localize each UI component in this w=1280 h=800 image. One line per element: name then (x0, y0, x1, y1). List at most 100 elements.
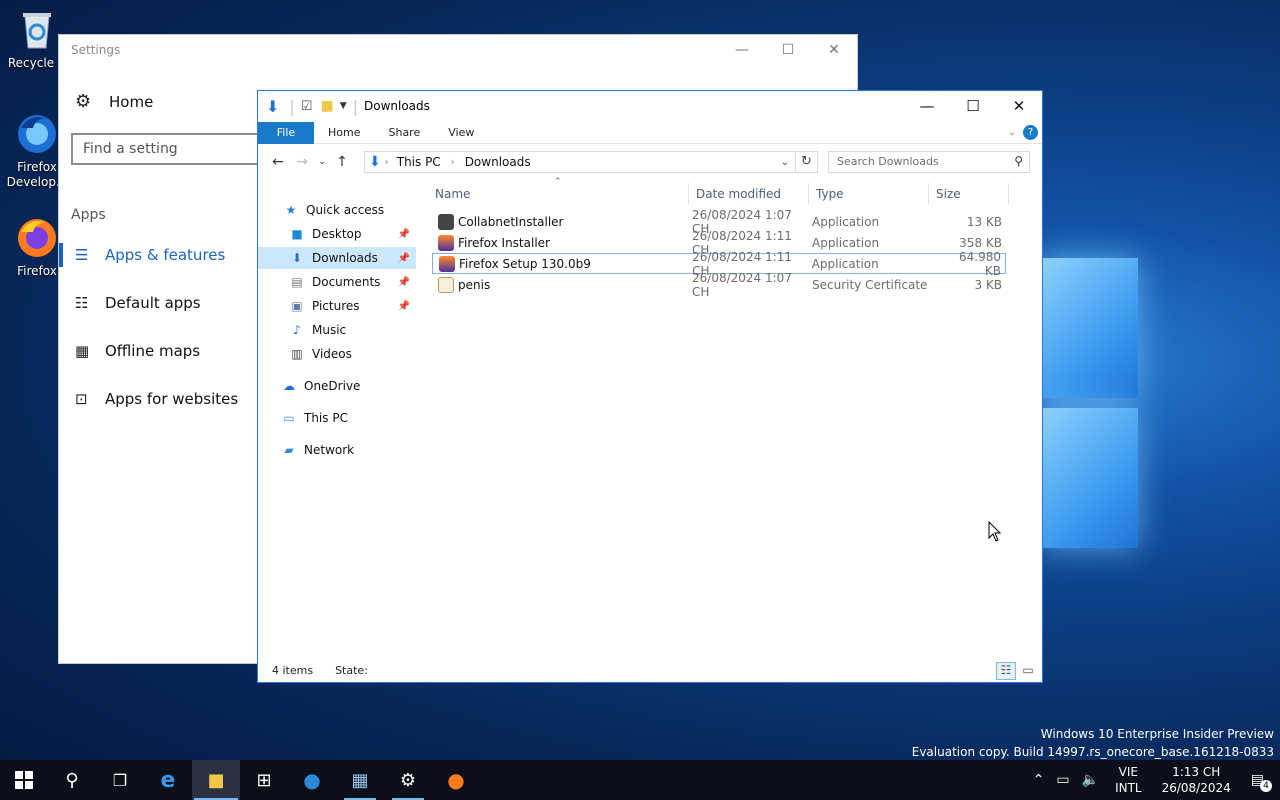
forward-arrow-icon[interactable]: → (290, 154, 314, 170)
firefox-developer-button[interactable]: ● (288, 760, 336, 800)
refresh-button[interactable]: ↻ (796, 151, 818, 173)
chevron-down-icon[interactable]: ⌄ (781, 157, 789, 168)
download-arrow-icon: ⬇ (266, 96, 280, 116)
maximize-button[interactable]: ☐ (950, 91, 996, 121)
network-icon: ▰ (284, 443, 294, 457)
home-link[interactable]: ⚙ Home (75, 91, 153, 112)
help-icon[interactable]: ? (1023, 125, 1038, 140)
file-size: 13 KB (966, 214, 1002, 229)
file-row[interactable]: penis 26/08/2024 1:07 CH Security Certif… (432, 271, 1006, 299)
desktop-folder-icon: ■ (291, 227, 303, 241)
map-icon: ▦ (75, 342, 90, 360)
ribbon-tabs: File Home Share View ⌄ ? (258, 121, 1042, 144)
nav-label: Default apps (105, 294, 201, 312)
nav-downloads[interactable]: ⬇ Downloads 📌 (258, 247, 416, 269)
search-button[interactable]: ⚲ (48, 760, 96, 800)
task-view-button[interactable]: ❐ (96, 760, 144, 800)
pin-icon: 📌 (397, 300, 410, 312)
nav-videos[interactable]: ▥ Videos (258, 343, 416, 365)
breadcrumb-this-pc[interactable]: This PC (397, 155, 441, 169)
settings-button[interactable]: ⚙ (384, 760, 432, 800)
back-arrow-icon[interactable]: ← (266, 154, 290, 170)
file-explorer-button[interactable]: ■ (192, 760, 240, 800)
properties-icon[interactable]: ☑ (301, 99, 313, 114)
edge-button[interactable]: e (144, 760, 192, 800)
file-size: 358 KB (959, 235, 1002, 250)
file-type: Application (812, 235, 880, 250)
navigation-bar: ← → ⌄ ↑ ⬇ › This PC › Downloads ⌄ ↻ Sear… (258, 149, 1042, 175)
nav-network[interactable]: ▰ Network (258, 439, 416, 461)
nav-apps-websites[interactable]: ⊡ Apps for websites (59, 385, 238, 413)
column-type[interactable]: Type (809, 183, 929, 205)
new-folder-icon[interactable]: ■ (320, 98, 333, 114)
system-tray: ⌃ ▭ 🔈 VIE INTL 1:13 CH 26/08/2024 ▤ 4 (1027, 760, 1280, 800)
status-bar: 4 items State: ☷ ▭ (258, 658, 1042, 682)
state-label: State: (335, 663, 368, 677)
file-size: 3 KB (974, 277, 1002, 292)
control-panel-button[interactable]: ▦ (336, 760, 384, 800)
clock-date: 26/08/2024 (1161, 781, 1231, 795)
pin-icon: 📌 (397, 252, 410, 264)
network-icon[interactable]: ▭ (1050, 772, 1075, 788)
tab-home[interactable]: Home (314, 122, 374, 144)
nav-quick-access[interactable]: ★ Quick access (282, 199, 416, 221)
column-name[interactable]: Name (428, 183, 689, 205)
tab-view[interactable]: View (434, 122, 488, 144)
column-size[interactable]: Size (929, 183, 1009, 205)
tab-share[interactable]: Share (374, 122, 434, 144)
nav-documents[interactable]: ▤ Documents 📌 (258, 271, 416, 293)
chevron-right-icon: › (450, 156, 455, 168)
start-button[interactable] (0, 760, 48, 800)
nav-this-pc[interactable]: ▭ This PC (258, 407, 416, 429)
notification-count: 4 (1260, 780, 1272, 792)
firefox-icon: ● (447, 768, 465, 792)
control-panel-icon: ▦ (351, 769, 369, 791)
gear-icon: ⚙ (75, 91, 92, 112)
store-button[interactable]: ⊞ (240, 760, 288, 800)
windows-logo-wallpaper (1040, 250, 1140, 555)
minimize-button[interactable]: — (719, 35, 765, 65)
star-icon: ★ (285, 203, 297, 217)
close-button[interactable]: ✕ (811, 35, 857, 65)
nav-music[interactable]: ♪ Music (258, 319, 416, 341)
column-date-modified[interactable]: Date modified (689, 183, 809, 205)
nav-onedrive[interactable]: ☁ OneDrive (258, 375, 416, 397)
customize-qat-icon[interactable]: ▼ (340, 101, 347, 111)
file-type: Application (811, 256, 879, 271)
breadcrumb-downloads[interactable]: Downloads (465, 155, 531, 169)
nav-pictures[interactable]: ▣ Pictures 📌 (258, 295, 416, 317)
nav-apps-features[interactable]: ☰ Apps & features (59, 241, 225, 269)
file-name: Firefox Installer (458, 235, 550, 250)
nav-desktop[interactable]: ■ Desktop 📌 (258, 223, 416, 245)
nav-offline-maps[interactable]: ▦ Offline maps (59, 337, 200, 365)
minimize-button[interactable]: — (904, 91, 950, 121)
web-app-icon: ⊡ (75, 390, 88, 408)
maximize-button[interactable]: ☐ (765, 35, 811, 65)
file-type: Security Certificate (812, 277, 928, 292)
search-input[interactable]: Search Downloads ⚲ (828, 151, 1030, 173)
recent-locations-icon[interactable]: ⌄ (314, 157, 330, 167)
close-button[interactable]: ✕ (996, 91, 1042, 121)
store-icon: ⊞ (256, 769, 272, 791)
large-icons-view-icon[interactable]: ▭ (1018, 662, 1038, 680)
expand-ribbon-icon[interactable]: ⌄ (1008, 127, 1016, 138)
firefox-installer-icon (438, 234, 454, 251)
language-indicator[interactable]: VIE INTL (1105, 764, 1152, 796)
nav-default-apps[interactable]: ☷ Default apps (59, 289, 201, 317)
window-title: Downloads (364, 99, 430, 113)
tab-file[interactable]: File (258, 121, 314, 144)
volume-muted-icon[interactable]: 🔈 (1076, 772, 1105, 788)
clock-time: 1:13 CH (1172, 765, 1221, 779)
file-explorer-window: ⬇ | ☑ ■ ▼ | Downloads — ☐ ✕ File Home Sh… (257, 90, 1043, 683)
firefox-button[interactable]: ● (432, 760, 480, 800)
file-name: Firefox Setup 130.0b9 (459, 256, 591, 271)
up-arrow-icon[interactable]: ↑ (330, 154, 354, 170)
certificate-icon (438, 276, 454, 293)
find-setting-input[interactable]: Find a setting (71, 133, 261, 165)
details-view-icon[interactable]: ☷ (996, 662, 1016, 680)
address-bar[interactable]: ⬇ › This PC › Downloads ⌄ (364, 151, 796, 173)
clock[interactable]: 1:13 CH 26/08/2024 (1152, 764, 1241, 796)
chevron-up-icon[interactable]: ⌃ (1027, 772, 1051, 788)
action-center-button[interactable]: ▤ 4 (1241, 772, 1280, 792)
file-name: CollabnetInstaller (458, 214, 564, 229)
